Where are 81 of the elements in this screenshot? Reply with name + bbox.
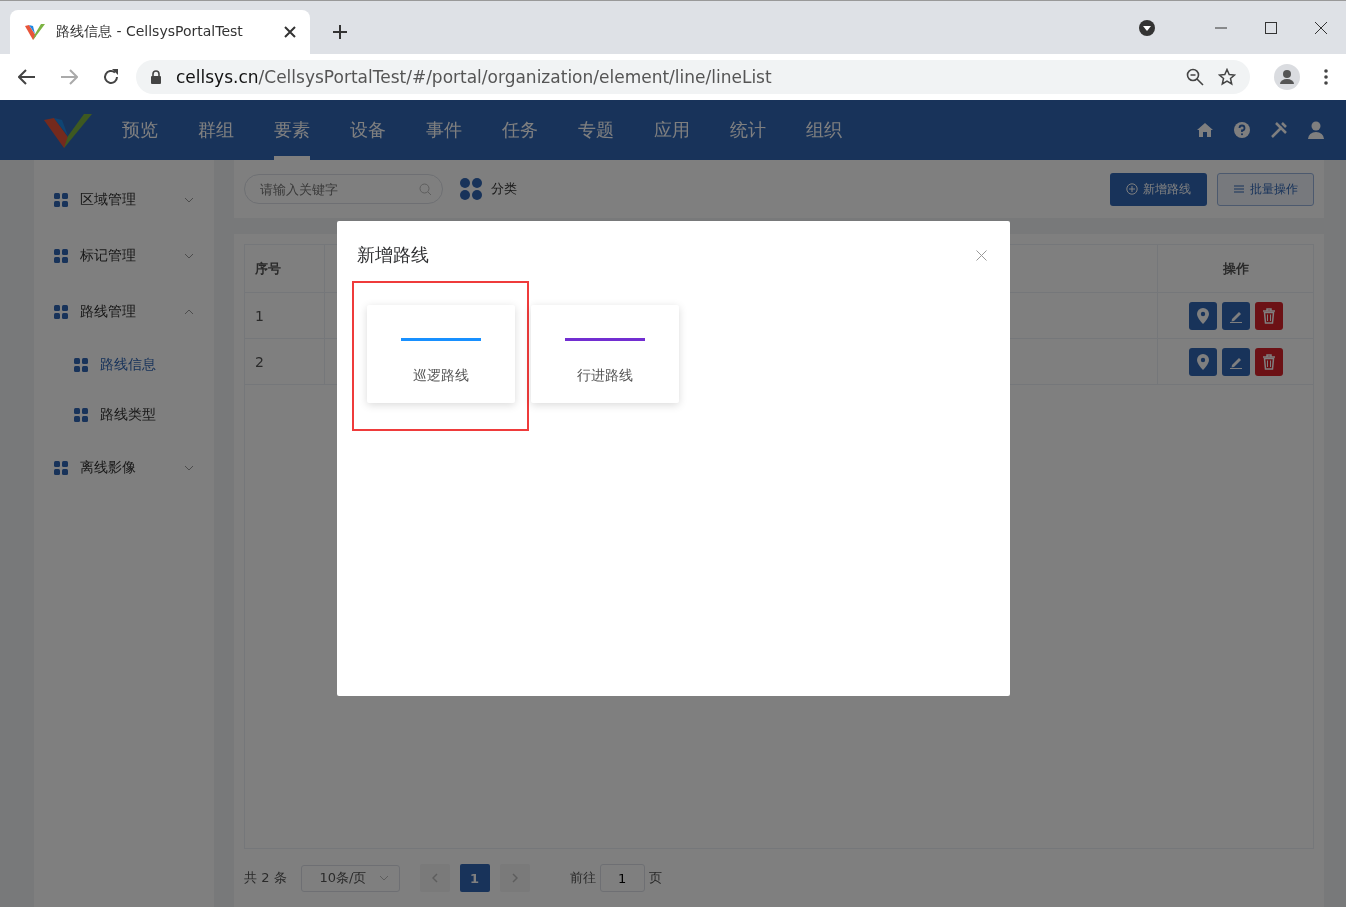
nav-tab[interactable]: 预览 bbox=[122, 100, 158, 160]
star-icon[interactable] bbox=[1218, 68, 1236, 86]
search-field[interactable]: 请输入关键字 bbox=[244, 174, 443, 204]
dialog-title: 新增路线 bbox=[357, 243, 429, 267]
chevron-left-icon bbox=[431, 873, 438, 883]
sidebar-submenu-item[interactable]: 路线信息 bbox=[34, 340, 214, 390]
tab-title: 路线信息 - CellsysPortalTest bbox=[56, 23, 244, 41]
category-label[interactable]: 分类 bbox=[491, 180, 517, 198]
page-suffix: 页 bbox=[648, 869, 662, 887]
trash-icon bbox=[1261, 353, 1276, 370]
nav-tab[interactable]: 统计 bbox=[730, 100, 766, 160]
back-arrow-icon[interactable] bbox=[18, 69, 36, 85]
close-icon[interactable] bbox=[1314, 20, 1328, 35]
column-header: 序号 bbox=[245, 245, 325, 292]
sidebar-menu-item[interactable]: 标记管理 bbox=[34, 228, 214, 284]
search-icon bbox=[419, 183, 432, 196]
page-size-select[interactable]: 10条/页 bbox=[300, 864, 400, 892]
delete-button[interactable] bbox=[1254, 347, 1283, 376]
page-number-field[interactable]: 1 bbox=[599, 864, 645, 892]
sidebar-menu-item[interactable]: 路线管理 bbox=[34, 284, 214, 340]
tools-icon[interactable] bbox=[1270, 121, 1288, 139]
table-cell: 1 bbox=[245, 293, 325, 338]
help-icon[interactable] bbox=[1234, 122, 1250, 138]
menu-icon[interactable] bbox=[1324, 69, 1328, 85]
chevron-down-icon bbox=[378, 875, 389, 881]
edit-button[interactable] bbox=[1221, 301, 1250, 330]
home-icon[interactable] bbox=[1196, 122, 1214, 138]
sidebar-menu-item[interactable]: 区域管理 bbox=[34, 172, 214, 228]
nav-tab[interactable]: 组织 bbox=[806, 100, 842, 160]
grid-icon bbox=[54, 249, 68, 263]
grid-icon bbox=[54, 305, 68, 319]
route-type-card[interactable]: 巡逻路线 bbox=[367, 305, 515, 403]
total-count: 共 2 条 bbox=[244, 869, 287, 887]
nav-tab[interactable]: 设备 bbox=[350, 100, 386, 160]
nav-tab[interactable]: 应用 bbox=[654, 100, 690, 160]
maximize-icon[interactable] bbox=[1264, 20, 1278, 35]
nav-tab[interactable]: 群组 bbox=[198, 100, 234, 160]
page-number-button[interactable]: 1 bbox=[459, 864, 490, 892]
new-tab-icon[interactable] bbox=[332, 24, 348, 40]
grid-icon bbox=[74, 358, 88, 372]
reload-icon[interactable] bbox=[102, 68, 120, 86]
edit-button[interactable] bbox=[1221, 347, 1250, 376]
address-field[interactable]: cellsys.cn/CellsysPortalTest/#/portal/organization/element/line/lineList bbox=[136, 60, 1250, 94]
batch-operation-button[interactable]: 批量操作 bbox=[1217, 172, 1314, 206]
browser-tab[interactable]: 路线信息 - CellsysPortalTest bbox=[10, 10, 310, 54]
chevron-right-icon bbox=[511, 873, 518, 883]
table-cell: 2 bbox=[245, 339, 325, 384]
map-pin-icon bbox=[1196, 353, 1209, 370]
lock-icon bbox=[150, 70, 162, 84]
nav-tab[interactable]: 事件 bbox=[426, 100, 462, 160]
chevron-down-icon bbox=[184, 197, 194, 203]
add-route-button[interactable]: 新增路线 bbox=[1110, 172, 1207, 206]
user-icon[interactable] bbox=[1308, 121, 1324, 139]
nav-tab[interactable]: 专题 bbox=[578, 100, 614, 160]
forward-arrow-icon[interactable] bbox=[60, 69, 78, 85]
avatar-icon[interactable] bbox=[1274, 64, 1300, 90]
profile-dropdown-icon[interactable] bbox=[1138, 18, 1156, 37]
logo-icon bbox=[24, 22, 46, 42]
category-icon[interactable] bbox=[459, 177, 483, 201]
close-icon[interactable] bbox=[284, 26, 296, 38]
sidebar-menu-item[interactable]: 离线影像 bbox=[34, 440, 214, 496]
grid-icon bbox=[54, 461, 68, 475]
zoom-icon[interactable] bbox=[1186, 68, 1204, 86]
route-type-card[interactable]: 行进路线 bbox=[531, 305, 679, 403]
chevron-down-icon bbox=[184, 465, 194, 471]
grid-icon bbox=[74, 408, 88, 422]
goto-label: 前往 bbox=[569, 869, 596, 887]
column-header: 操作 bbox=[1221, 259, 1250, 278]
location-button[interactable] bbox=[1188, 301, 1217, 330]
nav-tab[interactable]: 任务 bbox=[502, 100, 538, 160]
sliders-icon bbox=[1233, 184, 1245, 194]
grid-icon bbox=[54, 193, 68, 207]
chevron-up-icon bbox=[184, 309, 194, 315]
location-button[interactable] bbox=[1188, 347, 1217, 376]
chevron-down-icon bbox=[184, 253, 194, 259]
plus-circle-icon bbox=[1126, 183, 1138, 195]
map-pin-icon bbox=[1196, 307, 1209, 324]
url-text: cellsys.cn/CellsysPortalTest/#/portal/organization/element/line/lineList bbox=[176, 67, 772, 87]
delete-button[interactable] bbox=[1254, 301, 1283, 330]
trash-icon bbox=[1261, 307, 1276, 324]
sidebar-submenu-item[interactable]: 路线类型 bbox=[34, 390, 214, 440]
